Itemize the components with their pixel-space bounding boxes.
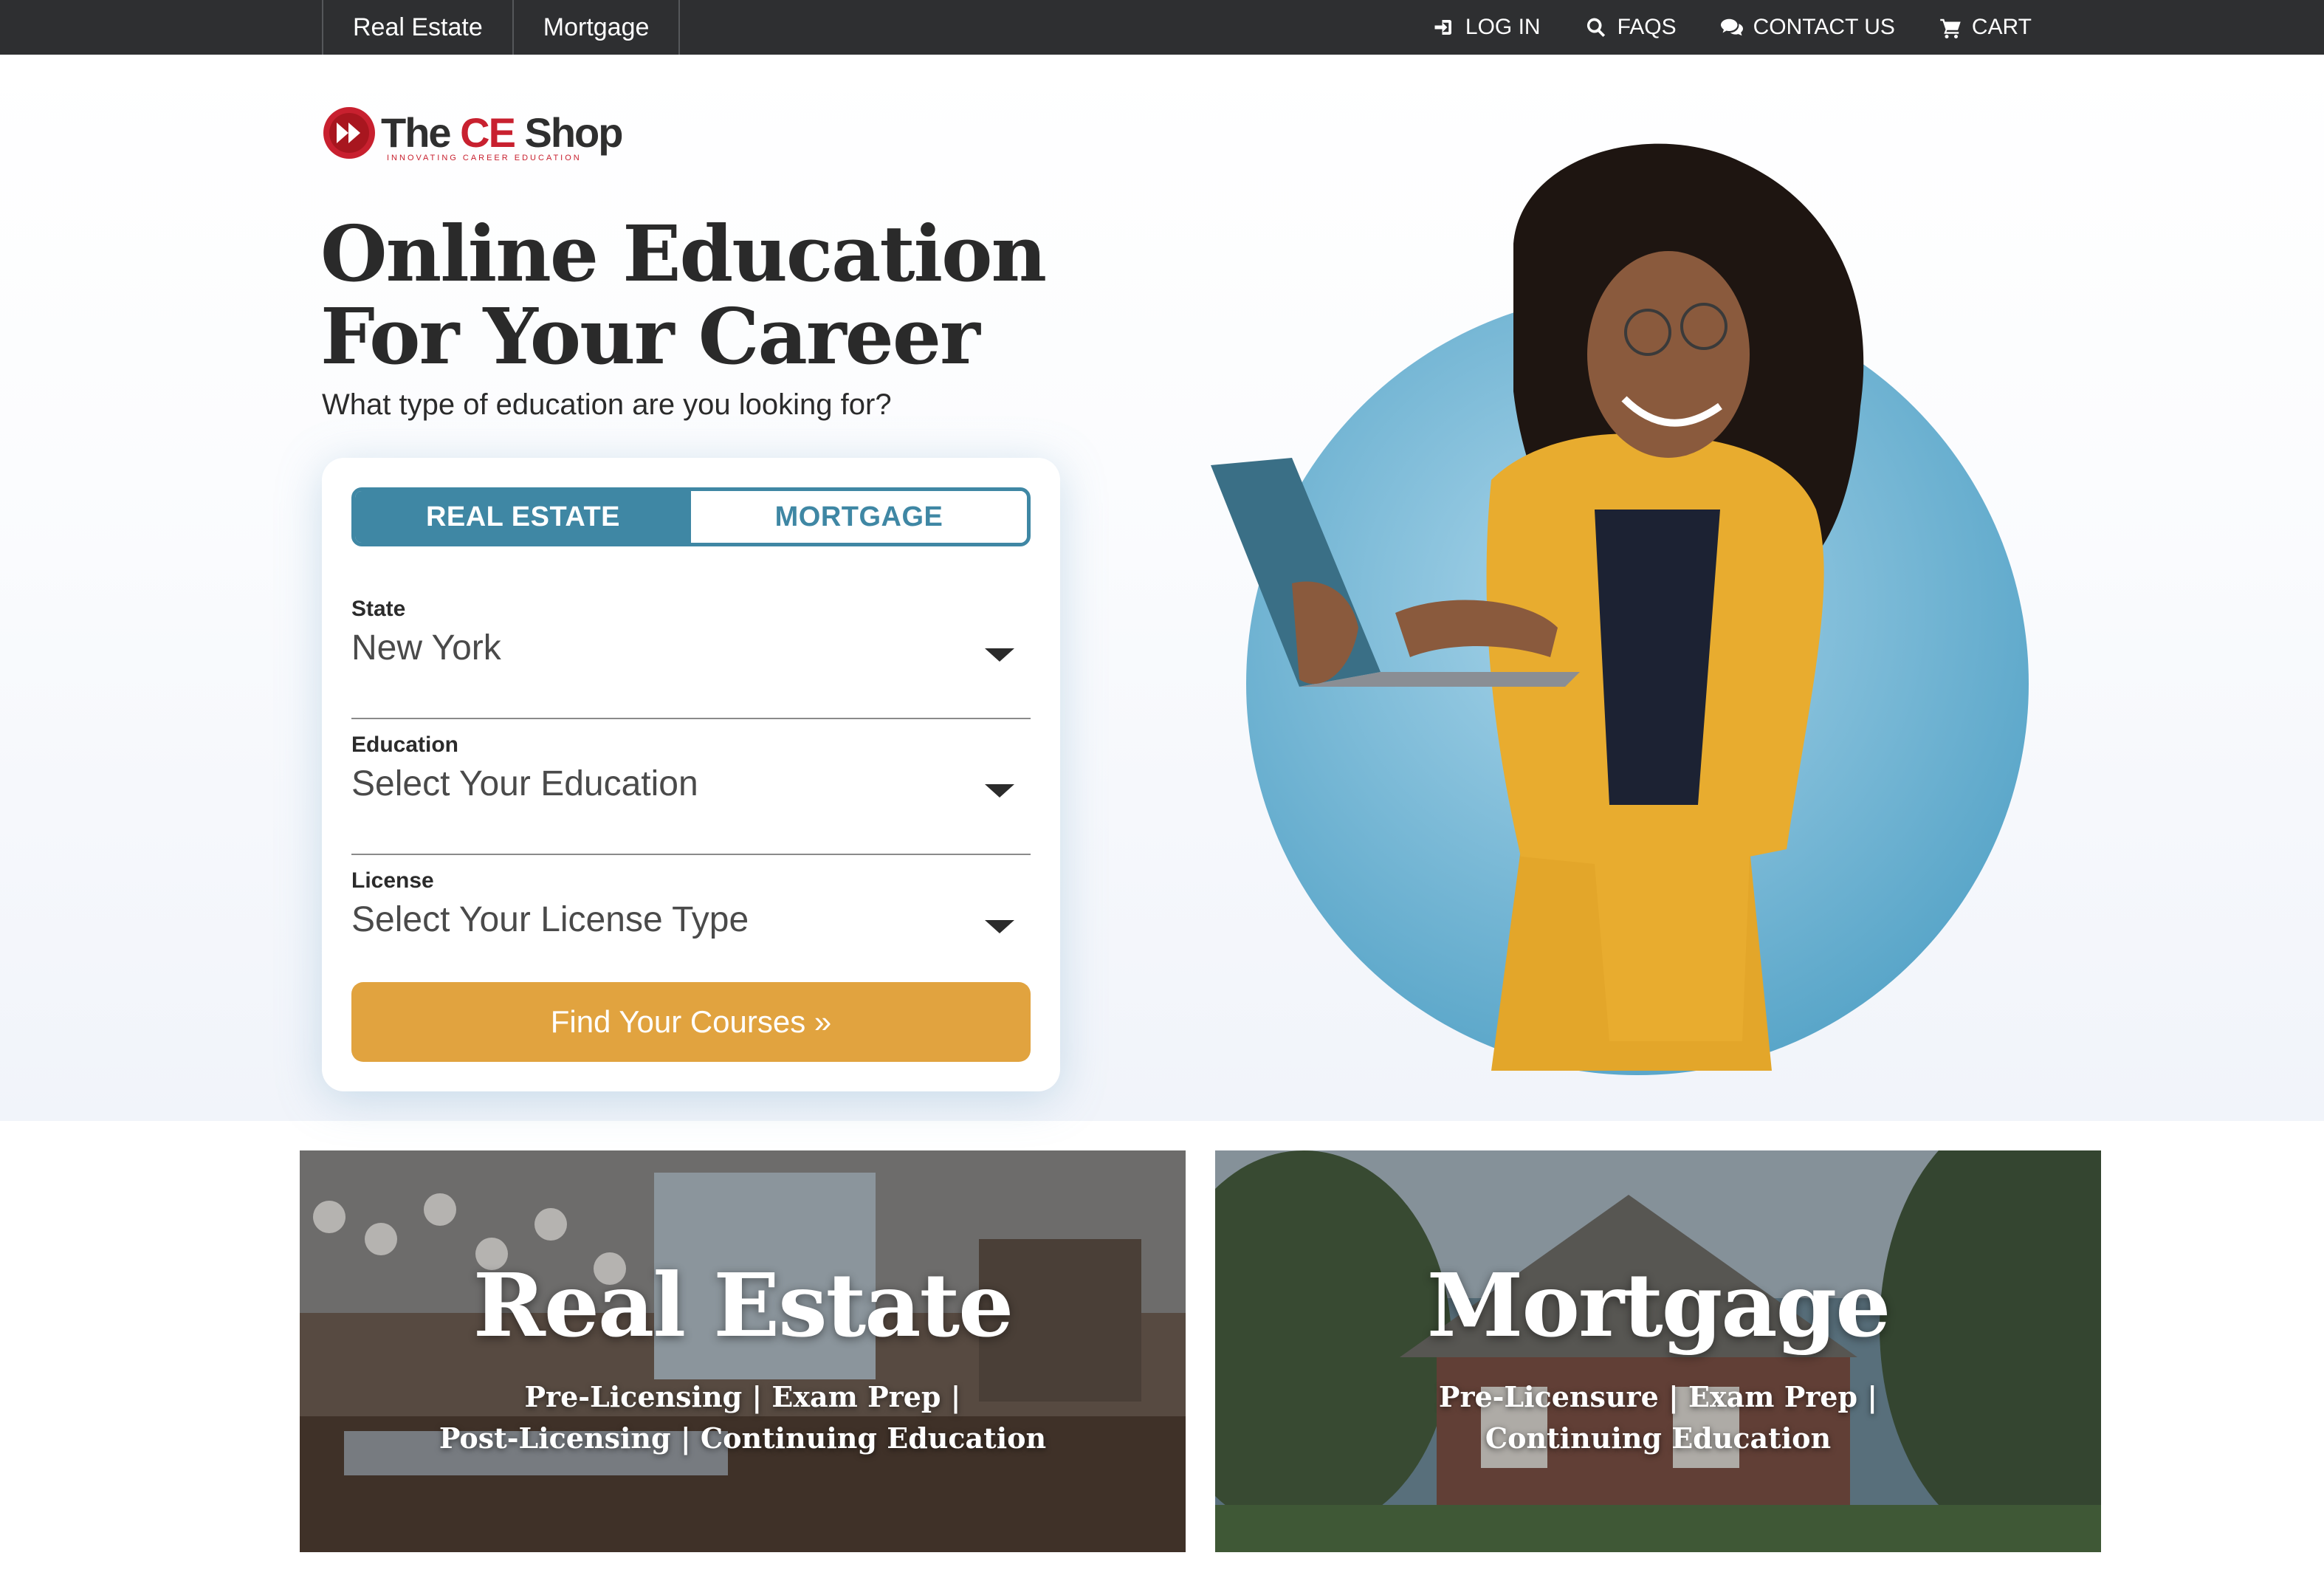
tile-subtitle-real-estate: Pre-Licensing | Exam Prep | Post-Licensi… <box>300 1376 1186 1459</box>
nav-tab-real-estate[interactable]: Real Estate <box>322 0 512 55</box>
faqs-link[interactable]: FAQS <box>1585 15 1677 40</box>
tile-title-real-estate: Real Estate <box>472 1254 1014 1356</box>
faqs-label: FAQS <box>1617 15 1677 39</box>
education-select[interactable]: Education Select Your Education <box>351 733 1031 855</box>
logo-name-prefix: The <box>381 109 461 156</box>
nav-tab-mortgage[interactable]: Mortgage <box>512 0 681 55</box>
tile-subtitle-line-1: Pre-Licensure | Exam Prep | <box>1438 1380 1878 1413</box>
course-search-card: REAL ESTATE MORTGAGE State New York Educ… <box>322 458 1060 1091</box>
headline-line-1: Online Education <box>320 208 1047 299</box>
top-nav-bar: Real Estate Mortgage LOG IN FAQS CONTACT… <box>0 0 2324 55</box>
fast-forward-logo-icon <box>323 107 375 159</box>
search-icon <box>1586 18 1605 37</box>
find-courses-button[interactable]: Find Your Courses » <box>351 982 1031 1062</box>
utility-links: LOG IN FAQS CONTACT US CART <box>1433 0 2032 55</box>
tile-subtitle-line-1: Pre-Licensing | Exam Prep | <box>524 1380 961 1413</box>
log-in-label: LOG IN <box>1465 15 1541 39</box>
toggle-mortgage[interactable]: MORTGAGE <box>691 491 1027 543</box>
tile-subtitle-line-2: Continuing Education <box>1485 1421 1832 1455</box>
chat-icon <box>1720 18 1743 36</box>
tile-title-mortgage: Mortgage <box>1426 1254 1891 1356</box>
toggle-real-estate[interactable]: REAL ESTATE <box>355 491 691 543</box>
state-select[interactable]: State New York <box>351 597 1031 719</box>
tile-subtitle-mortgage: Pre-Licensure | Exam Prep | Continuing E… <box>1215 1376 2101 1459</box>
tile-subtitle-line-2: Post-Licensing | Continuing Education <box>439 1421 1047 1455</box>
cart-icon <box>1940 18 1961 38</box>
license-select[interactable]: License Select Your License Type <box>351 868 1031 991</box>
caret-down-icon <box>985 920 1014 933</box>
license-value: Select Your License Type <box>351 900 749 939</box>
login-icon <box>1434 20 1451 35</box>
mortgage-category-tile[interactable]: Mortgage Pre-Licensure | Exam Prep | Con… <box>1215 1150 2101 1552</box>
top-nav-tabs: Real Estate Mortgage <box>322 0 681 55</box>
cart-link[interactable]: CART <box>1939 15 2032 40</box>
logo-name-accent: CE <box>460 109 516 156</box>
education-label: Education <box>351 733 459 757</box>
license-label: License <box>351 868 434 893</box>
cart-label: CART <box>1971 15 2032 39</box>
contact-us-link[interactable]: CONTACT US <box>1720 15 1895 40</box>
contact-us-label: CONTACT US <box>1753 15 1895 39</box>
logo-wordmark: The CE Shop INNOVATING CAREER EDUCATION <box>381 109 623 163</box>
log-in-link[interactable]: LOG IN <box>1433 15 1541 40</box>
brand-logo[interactable]: The CE Shop INNOVATING CAREER EDUCATION <box>322 103 632 162</box>
state-value: New York <box>351 628 501 668</box>
logo-tagline: INNOVATING CAREER EDUCATION <box>387 154 582 162</box>
caret-down-icon <box>985 784 1014 798</box>
hero-image-woman-with-laptop <box>1211 143 2029 1075</box>
page-headline: Online Education For Your Career <box>320 213 1059 378</box>
page-subheadline: What type of education are you looking f… <box>322 388 892 421</box>
logo-name-suffix: Shop <box>514 109 623 156</box>
state-label: State <box>351 597 406 621</box>
caret-down-icon <box>985 648 1014 662</box>
headline-line-2: For Your Career <box>320 291 980 382</box>
real-estate-category-tile[interactable]: Real Estate Pre-Licensing | Exam Prep | … <box>300 1150 1186 1552</box>
education-value: Select Your Education <box>351 764 698 803</box>
education-type-toggle: REAL ESTATE MORTGAGE <box>351 487 1031 546</box>
